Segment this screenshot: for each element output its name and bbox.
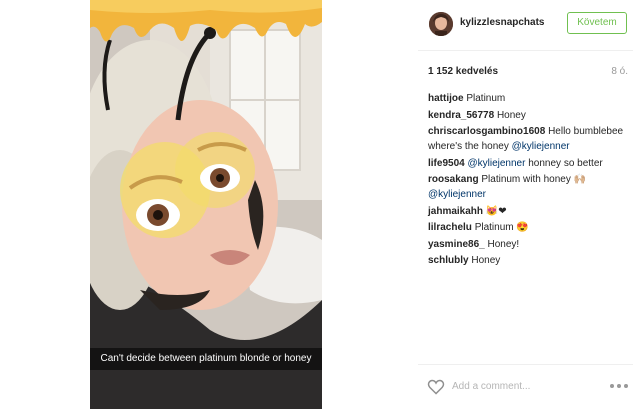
follow-button[interactable]: Követem xyxy=(567,12,627,34)
comment-item: life9504 @kyliejenner honney so better xyxy=(428,156,633,171)
more-dot xyxy=(610,384,614,388)
comment-text: honney so better xyxy=(525,157,603,169)
comment-username[interactable]: hattijoe xyxy=(428,93,464,104)
comment-item: yasmine86_ Honey! xyxy=(428,237,633,252)
comment-text: Honey xyxy=(496,109,526,121)
likes-count[interactable]: 1 152 kedvelés xyxy=(428,66,498,77)
comments-list: hattijoe Platinum kendra_56778 Honey chris… xyxy=(428,91,633,270)
comment-text: Platinum with honey 🙌🏼 xyxy=(481,174,587,185)
post-author-username[interactable]: kylizzlesnapchats xyxy=(460,17,544,28)
comment-text: 😻❤ xyxy=(485,205,507,217)
comment-item: chriscarlosgambino1608 Hello bumblebee w… xyxy=(428,124,633,154)
comment-mention[interactable]: @kyliejenner xyxy=(428,189,486,200)
comment-username[interactable]: lilrachelu xyxy=(428,222,472,233)
comment-username[interactable]: life9504 xyxy=(428,158,465,169)
more-dot xyxy=(624,384,628,388)
more-options-icon[interactable] xyxy=(610,384,628,389)
avatar-image xyxy=(429,12,453,36)
snap-caption: Can't decide between platinum blonde or … xyxy=(100,353,312,364)
comment-item: roosakang Platinum with honey 🙌🏼 @kyliej… xyxy=(428,172,633,202)
header-divider xyxy=(418,50,633,51)
comment-username[interactable]: yasmine86_ xyxy=(428,239,485,250)
comment-text: Platinum xyxy=(466,93,506,104)
post-image[interactable]: Can't decide between platinum blonde or … xyxy=(90,0,322,409)
comment-username[interactable]: schlubly xyxy=(428,255,469,266)
add-comment-input[interactable]: Add a comment... xyxy=(452,381,530,392)
add-comment-row: Add a comment... xyxy=(418,364,640,409)
comment-mention[interactable]: @kyliejenner xyxy=(467,158,525,169)
heart-outline-icon[interactable] xyxy=(427,379,445,395)
comment-item: hattijoe Platinum xyxy=(428,91,633,106)
comment-text: Honey xyxy=(471,255,501,266)
comment-item: kendra_56778 Honey xyxy=(428,108,633,123)
post-age[interactable]: 8 ó. xyxy=(611,66,628,77)
more-dot xyxy=(617,384,621,388)
comment-mention[interactable]: @kyliejenner xyxy=(512,141,570,152)
snap-caption-bar: Can't decide between platinum blonde or … xyxy=(90,348,322,370)
comment-text: Honey! xyxy=(487,238,520,250)
comment-item: lilrachelu Platinum 😍 xyxy=(428,220,633,235)
comment-item: schlubly Honey xyxy=(428,253,633,268)
comment-username[interactable]: jahmaikahh xyxy=(428,206,483,217)
comment-username[interactable]: kendra_56778 xyxy=(428,110,494,121)
comment-text: Platinum 😍 xyxy=(474,222,529,233)
comment-item: jahmaikahh 😻❤ xyxy=(428,204,633,219)
post-side-panel: kylizzlesnapchats Követem 1 152 kedvelés… xyxy=(418,0,640,409)
post-stats: 1 152 kedvelés 8 ó. xyxy=(428,66,628,78)
avatar[interactable] xyxy=(429,12,453,36)
post-header: kylizzlesnapchats Követem xyxy=(418,0,640,50)
comment-username[interactable]: chriscarlosgambino1608 xyxy=(428,126,545,137)
comment-username[interactable]: roosakang xyxy=(428,174,479,185)
